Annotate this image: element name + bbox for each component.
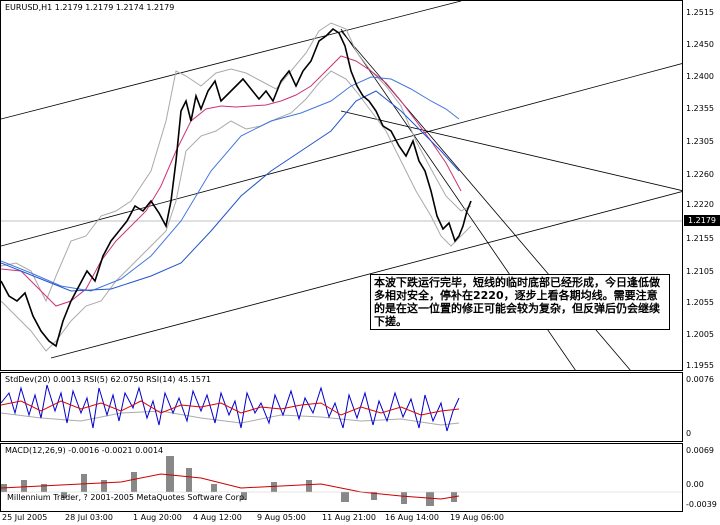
current-price-tag: 1.2179	[684, 215, 720, 226]
price-axis-label: 1.1955	[686, 361, 714, 370]
price-axis-label: 1.2400	[686, 72, 714, 81]
chart-header: EURUSD,H1 1.2179 1.2179 1.2174 1.2179	[5, 3, 175, 12]
indicator2-axis-label: 0.00	[686, 480, 704, 489]
time-axis-label: 16 Aug 14:00	[385, 513, 439, 522]
price-axis-label: 1.2260	[686, 170, 714, 179]
copyright-text: Millennium Trader, ? 2001-2005 MetaQuote…	[7, 493, 247, 502]
price-axis-label: 1.2355	[686, 104, 714, 113]
price-axis-label: 1.2005	[686, 330, 714, 339]
time-axis-label: 19 Aug 06:00	[450, 513, 504, 522]
channel-line-upper	[1, 1, 462, 120]
trend-line-down-3	[340, 110, 682, 191]
macd-pane[interactable]: MACD(12,26,9) -0.0016 -0.0021 0.0014 Mil…	[0, 443, 683, 512]
indicator1-axis-label: 0.0076	[686, 375, 714, 384]
price-axis: 1.2515 1.2450 1.2400 1.2355 1.2305 1.226…	[683, 0, 720, 371]
price-axis-label: 1.2450	[686, 40, 714, 49]
price-chart-pane[interactable]: EURUSD,H1 1.2179 1.2179 1.2174 1.2179 本波…	[0, 0, 683, 371]
price-axis-label: 1.2155	[686, 234, 714, 243]
price-axis-label: 1.2055	[686, 298, 714, 307]
ma-slow-1	[1, 76, 460, 292]
indicator1-header: StdDev(20) 0.0013 RSI(5) 62.0750 RSI(14)…	[5, 375, 212, 384]
analysis-note: 本波下跌运行完毕，短线的临时底部已经形成，今日逢低做多相对安全，停补在2220，…	[370, 274, 670, 330]
time-axis-label: 4 Aug 12:00	[193, 513, 242, 522]
time-axis-label: 11 Aug 21:00	[322, 513, 376, 522]
price-axis-label: 1.2105	[686, 267, 714, 276]
price-axis-label: 1.2220	[686, 200, 714, 209]
indicator2-header: MACD(12,26,9) -0.0016 -0.0021 0.0014	[5, 446, 164, 455]
indicator1-axis: 0.0076 0	[683, 372, 720, 442]
indicator2-axis-label: -0.0039	[686, 500, 717, 509]
price-axis-label: 1.2305	[686, 137, 714, 146]
time-axis: 25 Jul 2005 28 Jul 03:00 1 Aug 20:00 4 A…	[0, 512, 720, 525]
ma-slow-2	[1, 90, 460, 292]
time-axis-label: 9 Aug 05:00	[257, 513, 306, 522]
band-upper	[1, 22, 472, 303]
time-axis-label: 28 Jul 03:00	[65, 513, 113, 522]
price-axis-label: 1.2515	[686, 8, 714, 17]
indicator2-axis: 0.0069 0.00 -0.0039	[683, 443, 720, 512]
time-axis-label: 25 Jul 2005	[2, 513, 48, 522]
indicator1-axis-label: 0	[686, 429, 692, 438]
rsi-stddev-pane[interactable]: StdDev(20) 0.0013 RSI(5) 62.0750 RSI(14)…	[0, 372, 683, 442]
time-axis-label: 1 Aug 20:00	[133, 513, 182, 522]
indicator2-axis-label: 0.0069	[686, 446, 714, 455]
